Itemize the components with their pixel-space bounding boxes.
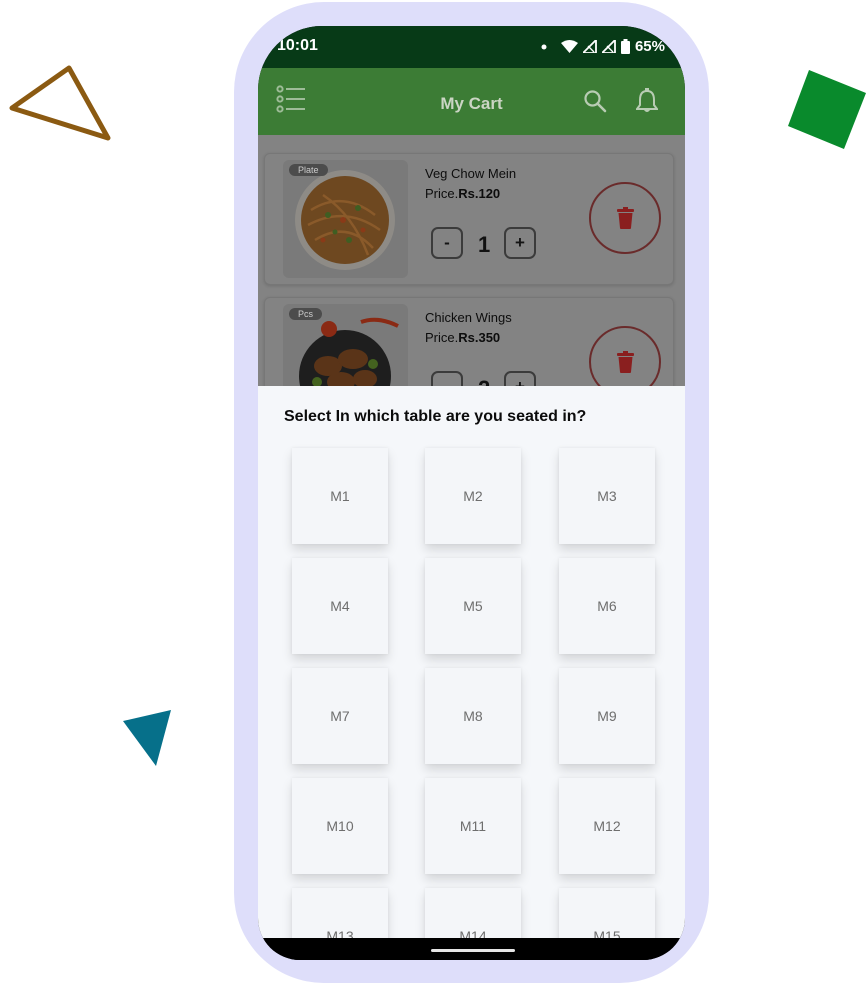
navigation-bar: [258, 938, 685, 960]
square-shape: [788, 70, 866, 149]
table-option-m3[interactable]: M3: [559, 448, 655, 544]
triangle-outline-shape: [9, 65, 111, 141]
table-option-m10[interactable]: M10: [292, 778, 388, 874]
item-price: Price.Rs.350: [425, 330, 501, 345]
sheet-title: Select In which table are you seated in?: [284, 408, 587, 425]
table-option-m2[interactable]: M2: [425, 448, 521, 544]
table-option-m8[interactable]: M8: [425, 668, 521, 764]
cart-list: Plate Veg Chow Mein Price.Rs.120 - 1 + P…: [258, 135, 685, 429]
cart-item-card: Plate Veg Chow Mein Price.Rs.120 - 1 +: [264, 153, 674, 285]
unit-badge: Plate: [289, 164, 328, 176]
bell-icon[interactable]: [636, 88, 658, 114]
delete-item-button[interactable]: [589, 182, 661, 254]
trash-icon: [617, 207, 634, 229]
phone-screen: 10:01 65% My Cart Plate Veg Chow Mein Pr…: [258, 26, 685, 960]
table-option-m6[interactable]: M6: [559, 558, 655, 654]
decrease-quantity-button[interactable]: -: [431, 227, 463, 259]
table-option-m13[interactable]: M13: [292, 888, 388, 940]
search-icon[interactable]: [583, 89, 607, 113]
item-name: Veg Chow Mein: [425, 166, 517, 181]
table-option-m9[interactable]: M9: [559, 668, 655, 764]
status-bar: 10:01 65%: [258, 26, 685, 68]
table-option-m7[interactable]: M7: [292, 668, 388, 764]
triangle-filled-shape: [123, 710, 171, 766]
table-option-m5[interactable]: M5: [425, 558, 521, 654]
unit-badge: Pcs: [289, 308, 323, 320]
increase-quantity-button[interactable]: +: [504, 227, 536, 259]
table-option-m12[interactable]: M12: [559, 778, 655, 874]
table-option-m14[interactable]: M14: [425, 888, 521, 940]
item-name: Chicken Wings: [425, 310, 512, 325]
home-indicator[interactable]: [431, 949, 515, 952]
signal-icon: [601, 40, 616, 53]
table-option-m15[interactable]: M15: [559, 888, 655, 940]
signal-icon: [582, 40, 597, 53]
app-bar: My Cart: [258, 68, 685, 135]
wifi-icon: [560, 40, 578, 53]
trash-icon: [617, 351, 634, 373]
table-option-m11[interactable]: M11: [425, 778, 521, 874]
battery-icon: [620, 39, 630, 54]
item-price: Price.Rs.120: [425, 186, 501, 201]
quantity-value: 1: [478, 232, 491, 257]
status-icons: 65%: [541, 38, 665, 55]
status-time: 10:01: [277, 37, 318, 54]
battery-percent: 65%: [634, 38, 665, 55]
table-selection-sheet: Select In which table are you seated in?…: [258, 386, 685, 940]
table-option-m4[interactable]: M4: [292, 558, 388, 654]
food-image: Plate: [283, 160, 408, 278]
page-title: My Cart: [440, 94, 503, 113]
noodles-image: [295, 170, 395, 270]
dot-icon: [541, 44, 547, 49]
table-option-m1[interactable]: M1: [292, 448, 388, 544]
